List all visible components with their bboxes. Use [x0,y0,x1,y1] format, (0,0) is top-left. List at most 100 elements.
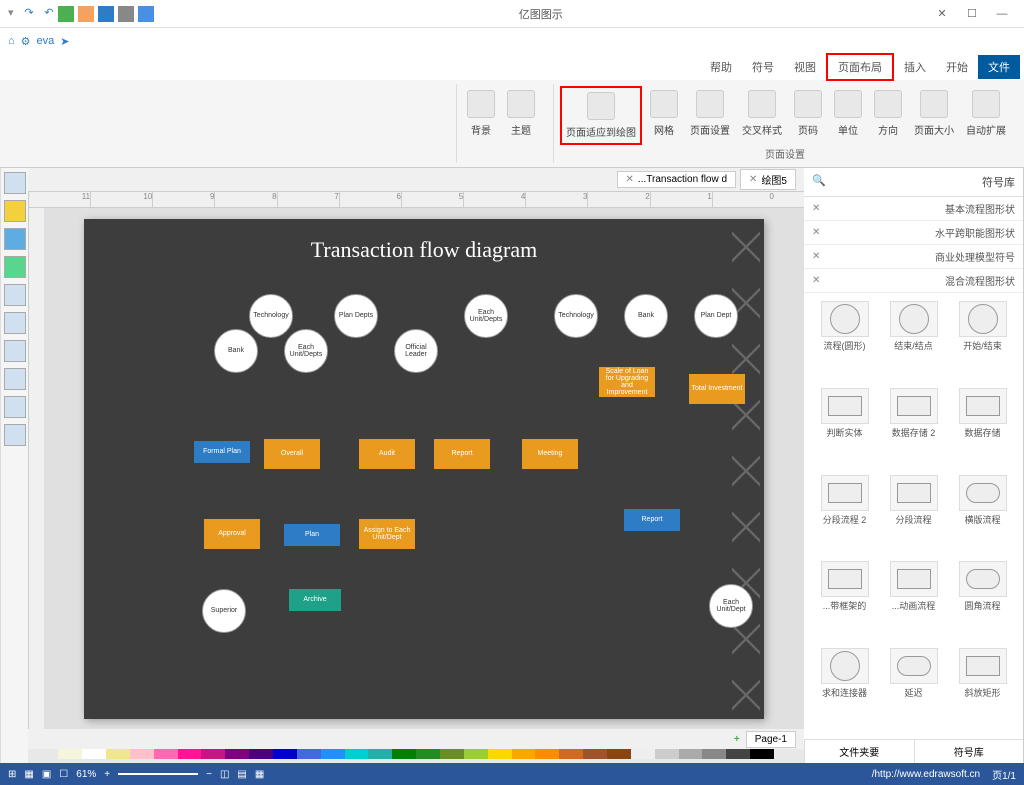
color-swatch[interactable] [297,749,321,759]
node-n10[interactable]: Total Investment [689,374,745,404]
color-swatch[interactable] [440,749,464,759]
tab-close-1[interactable]: ✕ [626,174,634,185]
panel-search-icon[interactable]: 🔍 [812,174,826,190]
node-n15[interactable]: Overall [264,439,320,469]
shape-3[interactable]: 数据存储 [950,388,1015,471]
menu-3[interactable]: 页面布局 [826,53,894,81]
view-btn-1[interactable]: ▦ [255,769,264,780]
color-swatch[interactable] [631,749,655,759]
shape-14[interactable]: 求和连接器 [812,648,877,731]
minimize-btn[interactable]: — [988,2,1016,26]
tool-globe[interactable] [4,340,26,362]
color-swatch[interactable] [392,749,416,759]
color-swatch[interactable] [345,749,369,759]
color-swatch[interactable] [416,749,440,759]
new-icon[interactable] [58,6,74,22]
menu-1[interactable]: 开始 [936,55,978,79]
page-size[interactable]: 页面大小 [910,86,958,145]
side-section-1[interactable]: 水平跨职能图形状✕ [804,221,1023,245]
color-swatch[interactable] [535,749,559,759]
color-swatch[interactable] [607,749,631,759]
node-n13[interactable]: Report [434,439,490,469]
color-swatch[interactable] [178,749,202,759]
grid[interactable]: 网格 [646,86,682,145]
zoom-in[interactable]: + [104,769,110,780]
node-n22[interactable]: Superior [202,589,246,633]
shape-11[interactable]: 带框架的... [812,561,877,644]
shape-8[interactable]: 分段流程 2 [812,475,877,558]
menu-0[interactable]: 文件 [978,55,1020,79]
tool-lock[interactable] [4,368,26,390]
tool-help[interactable] [4,424,26,446]
node-n20[interactable]: Approval [204,519,260,549]
color-swatch[interactable] [368,749,392,759]
node-n2[interactable]: Bank [624,294,668,338]
node-n18[interactable]: Assign to Each Unit/Dept [359,519,415,549]
node-n17[interactable]: Report [624,509,680,531]
share-icon[interactable]: ➤ [60,35,69,48]
export-icon[interactable] [78,6,94,22]
tool-text[interactable] [4,312,26,334]
menu-6[interactable]: 帮助 [700,55,742,79]
color-swatch[interactable] [750,749,774,759]
side-section-2[interactable]: 商业处理模型符号✕ [804,245,1023,269]
units[interactable]: 单位 [830,86,866,145]
page-setup[interactable]: 页面设置 [686,86,734,145]
shape-1[interactable]: 结束/结点 [881,301,946,384]
tab-close-0[interactable]: ✕ [749,174,757,185]
menu-2[interactable]: 插入 [894,55,936,79]
home-icon[interactable]: ⌂ [8,35,15,47]
shape-12[interactable]: 斜放矩形 [950,648,1015,731]
color-swatch[interactable] [201,749,225,759]
color-swatch[interactable] [249,749,273,759]
view-mode-4[interactable]: ⊞ [8,769,16,780]
shape-6[interactable]: 横版流程 [950,475,1015,558]
zoom-slider[interactable] [118,773,198,775]
color-swatch[interactable] [655,749,679,759]
shape-2[interactable]: 流程(圆形) [812,301,877,384]
color-swatch[interactable] [82,749,106,759]
side-section-0[interactable]: 基本流程图形状✕ [804,197,1023,221]
color-swatch[interactable] [702,749,726,759]
section-close-0[interactable]: ✕ [812,203,820,214]
node-n11[interactable]: Scale of Loan for Upgrading and Improvem… [599,367,655,397]
color-swatch[interactable] [58,749,82,759]
view-btn-2[interactable]: ▤ [237,769,246,780]
color-swatch[interactable] [225,749,249,759]
redo-icon[interactable]: ↷ [18,6,34,22]
node-n1[interactable]: Plan Dept [694,294,738,338]
view-mode-1[interactable]: ☐ [59,769,68,780]
color-swatch[interactable] [464,749,488,759]
view-mode-3[interactable]: ▦ [24,769,33,780]
color-swatch[interactable] [726,749,750,759]
save-icon[interactable] [98,6,114,22]
side-tab-1[interactable]: 符号库 [914,740,1024,763]
color-swatch[interactable] [488,749,512,759]
shape-0[interactable]: 开始/结束 [950,301,1015,384]
section-close-3[interactable]: ✕ [812,275,820,286]
color-swatch[interactable] [321,749,345,759]
theme[interactable]: 主题 [503,86,539,141]
color-swatch[interactable] [154,749,178,759]
color-swatch[interactable] [273,749,297,759]
section-close-2[interactable]: ✕ [812,251,820,262]
view-btn-3[interactable]: ◫ [220,769,229,780]
color-swatch[interactable] [583,749,607,759]
node-n5[interactable]: Official Leader [394,329,438,373]
node-n23[interactable]: Each Unit/Dept [709,584,753,628]
cross-style[interactable]: 交叉样式 [738,86,786,145]
tool-clip[interactable] [4,284,26,306]
node-n21[interactable]: Archive [289,589,341,611]
page-tab[interactable]: Page-1 [746,731,796,748]
shape-7[interactable]: 分段流程 [881,475,946,558]
auto-expand[interactable]: 自动扩展 [962,86,1010,145]
menu-4[interactable]: 视图 [784,55,826,79]
node-n6[interactable]: Plan Depts [334,294,378,338]
shape-9[interactable]: 圆角流程 [950,561,1015,644]
shape-5[interactable]: 判断实体 [812,388,877,471]
node-n19[interactable]: Plan [284,524,340,546]
doc-tab-1[interactable]: Transaction flow d...✕ [617,171,737,188]
shape-4[interactable]: 数据存储 2 [881,388,946,471]
background[interactable]: 背景 [463,86,499,141]
color-swatch[interactable] [679,749,703,759]
